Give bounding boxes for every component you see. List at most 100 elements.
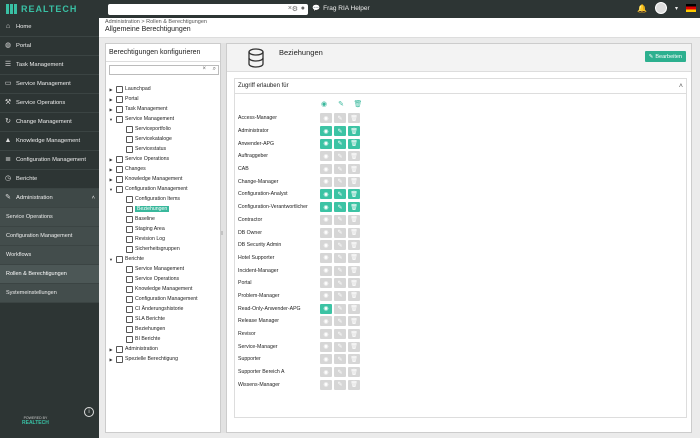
- edit-toggle-pencil-icon[interactable]: ✎: [334, 303, 346, 314]
- tree-node[interactable]: ▶ Launchpad: [108, 84, 220, 94]
- view-toggle-eye-icon[interactable]: ◉: [320, 303, 332, 314]
- delete-toggle-trash-icon[interactable]: 🗑: [348, 126, 360, 137]
- logo[interactable]: REALTECH: [6, 3, 77, 15]
- edit-toggle-pencil-icon[interactable]: ✎: [334, 252, 346, 263]
- delete-toggle-trash-icon[interactable]: 🗑: [348, 329, 360, 340]
- tree-node[interactable]: Revision Log: [108, 234, 220, 244]
- edit-button[interactable]: ✎ Bearbeiten: [644, 51, 686, 62]
- splitter-handle-icon[interactable]: ‖: [221, 231, 223, 237]
- view-toggle-eye-icon[interactable]: ◉: [320, 367, 332, 378]
- delete-toggle-trash-icon[interactable]: 🗑: [348, 265, 360, 276]
- view-toggle-eye-icon[interactable]: ◉: [320, 176, 332, 187]
- edit-toggle-pencil-icon[interactable]: ✎: [334, 367, 346, 378]
- sidebar-item-change-management[interactable]: ↻ Change Management: [0, 113, 99, 132]
- delete-toggle-trash-icon[interactable]: 🗑: [348, 151, 360, 162]
- sidebar-subitem-rollen-berechtigungen[interactable]: Rollen & Berechtigungen: [0, 265, 99, 284]
- tree-expand-toggle-icon[interactable]: ▶: [108, 357, 114, 362]
- edit-toggle-pencil-icon[interactable]: ✎: [334, 341, 346, 352]
- view-toggle-eye-icon[interactable]: ◉: [320, 138, 332, 149]
- sidebar-subitem-workflows[interactable]: Workflows: [0, 246, 99, 265]
- sidebar-item-berichte[interactable]: ◷ Berichte: [0, 170, 99, 189]
- tree-expand-toggle-icon[interactable]: ▼: [108, 257, 114, 262]
- search-icon[interactable]: ⌕: [213, 66, 216, 73]
- sidebar-subitem-systemeinstellungen[interactable]: Systemeinstellungen: [0, 284, 99, 303]
- tree-expand-toggle-icon[interactable]: ▼: [108, 187, 114, 192]
- delete-toggle-trash-icon[interactable]: 🗑: [348, 113, 360, 124]
- search-settings-icon[interactable]: ⚙: [292, 5, 298, 13]
- tree-node[interactable]: ▼ Berichte: [108, 254, 220, 264]
- tree-node[interactable]: ▼ Configuration Management: [108, 184, 220, 194]
- tree-node[interactable]: Servicekataloge: [108, 134, 220, 144]
- delete-toggle-trash-icon[interactable]: 🗑: [348, 164, 360, 175]
- chevron-up-icon[interactable]: ˄: [679, 79, 683, 94]
- tree-node[interactable]: Serviceportfolio: [108, 124, 220, 134]
- tree-node[interactable]: Baseline: [108, 214, 220, 224]
- delete-toggle-trash-icon[interactable]: 🗑: [348, 189, 360, 200]
- edit-toggle-pencil-icon[interactable]: ✎: [334, 214, 346, 225]
- sidebar-subitem-configuration-management[interactable]: Configuration Management: [0, 227, 99, 246]
- delete-toggle-trash-icon[interactable]: 🗑: [348, 214, 360, 225]
- delete-toggle-trash-icon[interactable]: 🗑: [348, 252, 360, 263]
- view-toggle-eye-icon[interactable]: ◉: [320, 354, 332, 365]
- sidebar-item-configuration-management[interactable]: ≣ Configuration Management: [0, 151, 99, 170]
- tree-node[interactable]: Configuration Items: [108, 194, 220, 204]
- view-toggle-eye-icon[interactable]: ◉: [320, 214, 332, 225]
- tree-node[interactable]: Servicestatus: [108, 144, 220, 154]
- delete-toggle-trash-icon[interactable]: 🗑: [348, 303, 360, 314]
- tree-node[interactable]: Service Management: [108, 264, 220, 274]
- view-toggle-eye-icon[interactable]: ◉: [320, 164, 332, 175]
- notification-bell-icon[interactable]: 🔔: [637, 4, 647, 13]
- view-toggle-eye-icon[interactable]: ◉: [320, 240, 332, 251]
- view-toggle-eye-icon[interactable]: ◉: [320, 126, 332, 137]
- tree-node[interactable]: BI Berichte: [108, 334, 220, 344]
- tree-expand-toggle-icon[interactable]: ▶: [108, 107, 114, 112]
- tree-node[interactable]: SLA Berichte: [108, 314, 220, 324]
- edit-toggle-pencil-icon[interactable]: ✎: [334, 151, 346, 162]
- view-toggle-eye-icon[interactable]: ◉: [320, 290, 332, 301]
- tree-node[interactable]: Service Operations: [108, 274, 220, 284]
- user-menu-chevron-icon[interactable]: ▾: [675, 5, 678, 12]
- ria-helper-button[interactable]: 💬 Frag RIA Helper: [312, 4, 370, 13]
- tree-node[interactable]: Knowledge Management: [108, 284, 220, 294]
- tree-node[interactable]: Staging Area: [108, 224, 220, 234]
- edit-toggle-pencil-icon[interactable]: ✎: [334, 329, 346, 340]
- tree-search-clear-icon[interactable]: ×: [202, 66, 206, 72]
- delete-toggle-trash-icon[interactable]: 🗑: [348, 379, 360, 390]
- avatar[interactable]: [654, 2, 667, 14]
- tree-expand-toggle-icon[interactable]: ▶: [108, 347, 114, 352]
- edit-toggle-pencil-icon[interactable]: ✎: [334, 265, 346, 276]
- delete-toggle-trash-icon[interactable]: 🗑: [348, 240, 360, 251]
- tree-expand-toggle-icon[interactable]: ▶: [108, 167, 114, 172]
- edit-toggle-pencil-icon[interactable]: ✎: [334, 113, 346, 124]
- tree-expand-toggle-icon[interactable]: ▶: [108, 87, 114, 92]
- tree-search-input[interactable]: × ⌕: [109, 65, 219, 75]
- sidebar-item-administration[interactable]: ✎ Administration ˄: [0, 189, 99, 208]
- edit-toggle-pencil-icon[interactable]: ✎: [334, 290, 346, 301]
- tree-expand-toggle-icon[interactable]: ▼: [108, 117, 114, 122]
- delete-toggle-trash-icon[interactable]: 🗑: [348, 354, 360, 365]
- edit-toggle-pencil-icon[interactable]: ✎: [334, 176, 346, 187]
- tree-node[interactable]: CI Änderungshistorie: [108, 304, 220, 314]
- tree-expand-toggle-icon[interactable]: ▶: [108, 177, 114, 182]
- view-toggle-eye-icon[interactable]: ◉: [320, 278, 332, 289]
- tree-node[interactable]: ▶ Spezielle Berechtigung: [108, 354, 220, 364]
- tree-node[interactable]: Sicherheitsgruppen: [108, 244, 220, 254]
- tree-node[interactable]: Beziehungen: [108, 204, 220, 214]
- edit-toggle-pencil-icon[interactable]: ✎: [334, 354, 346, 365]
- view-toggle-eye-icon[interactable]: ◉: [320, 329, 332, 340]
- tree-node[interactable]: ▼ Service Management: [108, 114, 220, 124]
- info-icon[interactable]: i: [84, 407, 94, 417]
- microphone-icon[interactable]: ●: [301, 5, 305, 12]
- delete-toggle-trash-icon[interactable]: 🗑: [348, 227, 360, 238]
- view-toggle-eye-icon[interactable]: ◉: [320, 113, 332, 124]
- sidebar-item-service-operations[interactable]: ⚒ Service Operations: [0, 94, 99, 113]
- view-toggle-eye-icon[interactable]: ◉: [320, 252, 332, 263]
- edit-toggle-pencil-icon[interactable]: ✎: [334, 138, 346, 149]
- edit-toggle-pencil-icon[interactable]: ✎: [334, 240, 346, 251]
- edit-toggle-pencil-icon[interactable]: ✎: [334, 189, 346, 200]
- edit-toggle-pencil-icon[interactable]: ✎: [334, 202, 346, 213]
- sidebar-subitem-service-operations[interactable]: Service Operations: [0, 208, 99, 227]
- sidebar-item-knowledge-management[interactable]: ▲ Knowledge Management: [0, 132, 99, 151]
- tree-node[interactable]: ▶ Service Operations: [108, 154, 220, 164]
- view-toggle-eye-icon[interactable]: ◉: [320, 265, 332, 276]
